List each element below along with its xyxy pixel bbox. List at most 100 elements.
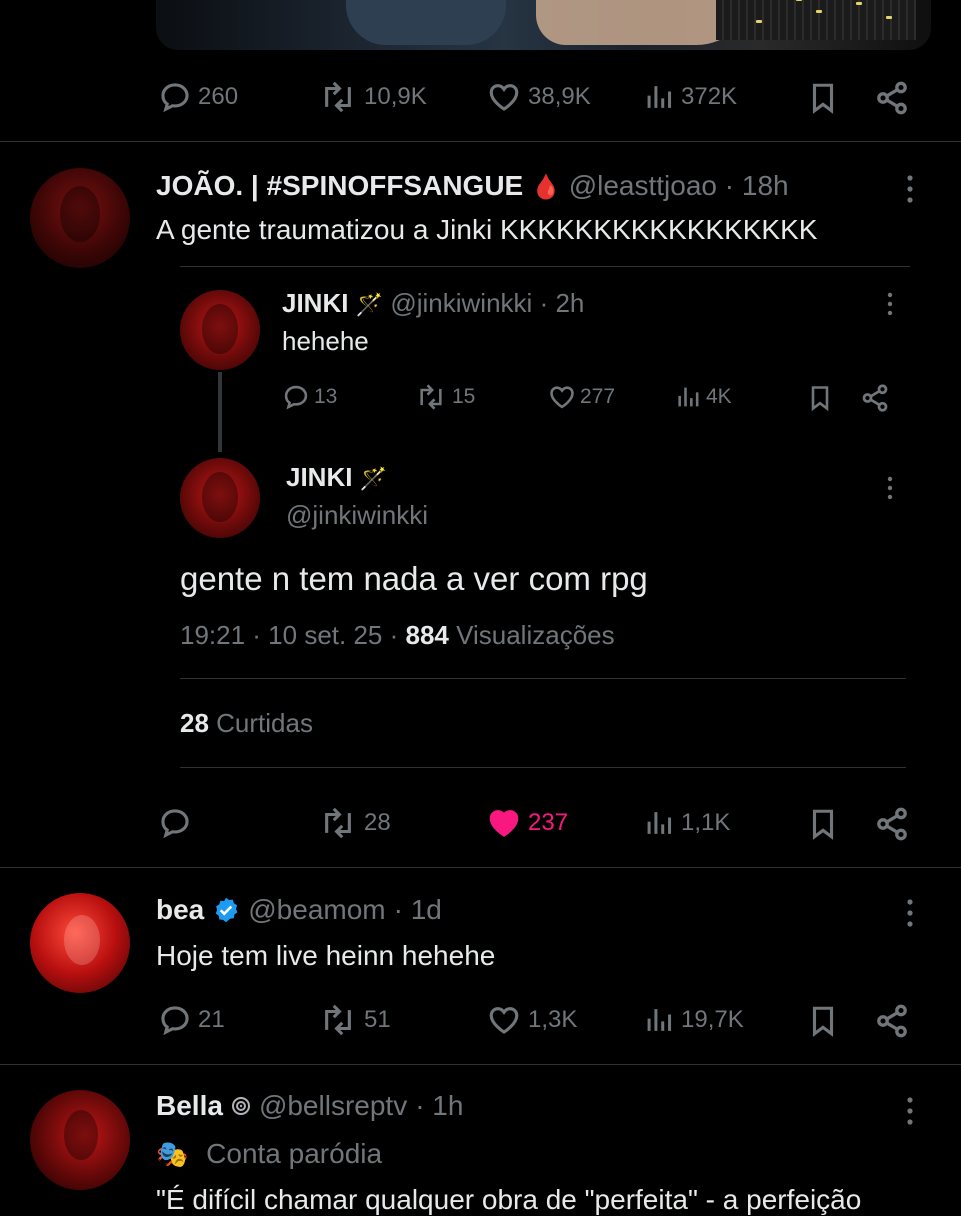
reply-button[interactable] [158,806,192,840]
more-icon [907,175,913,203]
tweet-text: hehehe [282,326,369,356]
post-media-image[interactable] [156,0,931,50]
bookmark-icon [812,809,834,840]
thread-line [218,372,222,452]
tweet-header: bea @beamom · 1d [156,894,442,926]
timestamp[interactable]: 19:21 · 10 set. 25 · [180,620,398,650]
bookmark-icon [811,386,829,412]
repost-count: 28 [364,809,391,836]
heart-icon [489,84,519,111]
views-count: 1,1K [681,809,731,836]
like-button[interactable]: 237 [486,806,568,840]
display-name[interactable]: Bella [156,1090,223,1122]
share-icon [877,807,907,841]
bookmark-button[interactable] [806,80,840,116]
more-options-button[interactable] [898,172,922,206]
avatar[interactable] [180,290,260,370]
avatar[interactable] [30,1090,130,1190]
avatar-face [60,186,100,242]
share-button[interactable] [874,80,910,116]
views-button[interactable]: 372K [645,80,737,114]
share-icon [877,1004,907,1038]
heart-filled-icon [489,810,519,837]
views-icon [678,387,699,407]
like-button[interactable]: 38,9K [486,80,591,114]
timestamp[interactable]: · 1d [394,894,442,926]
like-button[interactable]: 1,3K [486,1003,577,1037]
repost-button[interactable]: 51 [318,1003,391,1037]
more-icon [887,292,893,316]
repost-icon [325,1004,351,1036]
share-button[interactable] [860,383,890,413]
tweet-header: Bella @bellsreptv · 1h [156,1090,463,1122]
display-name[interactable]: bea [156,894,204,926]
repost-count: 15 [452,385,476,408]
tweet-header: JINKI 🪄 [286,462,387,493]
display-name[interactable]: JOÃO. | #SPINOFFSANGUE [156,170,523,201]
more-options-button[interactable] [880,474,900,502]
bookmark-icon [812,1006,834,1037]
display-name[interactable]: JINKI [282,288,348,318]
heart-icon [550,386,574,409]
repost-button[interactable]: 28 [318,806,391,840]
bookmark-button[interactable] [806,806,840,842]
timestamp[interactable]: · 1h [415,1090,463,1122]
likes-summary[interactable]: 28 Curtidas [180,708,313,739]
avatar[interactable] [30,168,130,268]
views-icon [647,812,672,834]
media-shape [796,0,802,1]
reply-count: 260 [198,83,239,110]
more-icon [907,1097,913,1125]
reply-icon [161,1006,189,1036]
bookmark-button[interactable] [806,1003,840,1039]
repost-button[interactable]: 10,9K [318,80,427,114]
more-options-button[interactable] [880,290,900,318]
more-icon [907,899,913,927]
handle[interactable]: @bellsreptv [259,1090,407,1122]
reply-button[interactable]: 260 [158,80,238,114]
parody-label-text: Conta paródia [206,1138,383,1169]
timestamp[interactable]: · 2h [540,288,585,318]
magic-wand-icon: 🪄 [355,292,384,317]
repost-icon [420,384,442,410]
reply-count: 13 [314,385,338,408]
views-count: 19,7K [681,1006,744,1033]
views-count: 4K [706,385,732,408]
views-count: 372K [681,83,738,110]
like-count: 1,3K [528,1006,578,1033]
repost-count: 10,9K [364,83,427,110]
avatar[interactable] [30,893,130,993]
bookmark-button[interactable] [806,383,834,413]
share-icon [862,384,888,412]
tweet-header: JOÃO. | #SPINOFFSANGUE 🩸 @leasttjoao · 1… [156,170,789,202]
divider [0,141,961,142]
tweet-meta: 19:21 · 10 set. 25 · 884 Visualizações [180,620,615,651]
tweet-text: "É difícil chamar qualquer obra de "perf… [156,1184,862,1215]
quote-divider [180,266,910,267]
views-button[interactable]: 4K [676,383,732,411]
reply-button[interactable]: 13 [282,383,337,411]
like-count: 38,9K [528,83,591,110]
share-button[interactable] [874,806,910,842]
reply-button[interactable]: 21 [158,1003,225,1037]
handle[interactable]: @jinkiwinkki [390,288,532,318]
repost-button[interactable]: 15 [414,383,475,411]
like-button[interactable]: 277 [548,383,615,411]
views-button[interactable]: 19,7K [645,1003,744,1037]
more-options-button[interactable] [898,896,922,930]
views-label: Visualizações [456,620,615,650]
handle[interactable]: @leasttjoao [569,170,717,201]
timestamp[interactable]: · 18h [725,170,789,201]
share-button[interactable] [874,1003,910,1039]
avatar[interactable] [180,458,260,538]
tweet-header: JINKI 🪄 @jinkiwinkki · 2h [282,288,584,319]
views-count: 884 [405,620,449,650]
more-options-button[interactable] [898,1094,922,1128]
display-name[interactable]: JINKI [286,462,352,492]
handle[interactable]: @jinkiwinkki [286,500,428,531]
verified-badge-icon [215,897,238,923]
views-button[interactable]: 1,1K [645,806,730,840]
like-count: 237 [528,809,569,836]
handle[interactable]: @beamom [248,894,385,926]
views-icon [647,86,672,108]
